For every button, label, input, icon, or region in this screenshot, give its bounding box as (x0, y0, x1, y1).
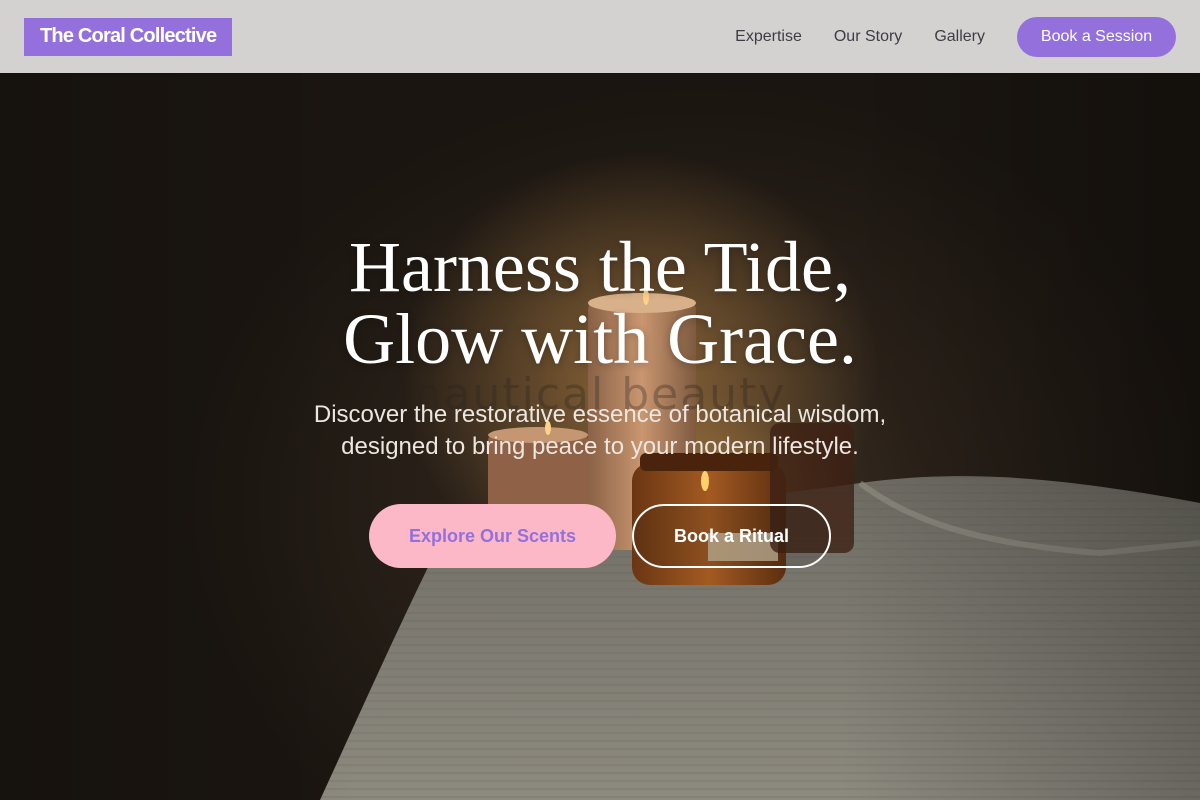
explore-scents-button[interactable]: Explore Our Scents (369, 504, 616, 568)
main-nav: Expertise Our Story Gallery Book a Sessi… (735, 16, 1176, 57)
subcopy-line-2: designed to bring peace to your modern l… (341, 433, 859, 460)
subcopy-line-1: Discover the restorative essence of bota… (313, 401, 887, 428)
site-header: The Coral Collective Expertise Our Story… (0, 0, 1200, 73)
hero-content: nautical beauty Harness the Tide, Glow w… (0, 73, 1200, 800)
hero-headline: Harness the Tide, Glow with Grace. (0, 231, 1200, 375)
headline-line-1: Harness the Tide, (349, 227, 851, 307)
hero-actions: Explore Our Scents Book a Ritual (369, 504, 831, 568)
brand-logo[interactable]: The Coral Collective (24, 17, 233, 56)
nav-link-our-story[interactable]: Our Story (834, 28, 902, 46)
headline-line-2: Glow with Grace. (343, 299, 857, 379)
nav-link-expertise[interactable]: Expertise (735, 28, 802, 46)
hero-subcopy: Discover the restorative essence of bota… (0, 399, 1200, 463)
book-session-button[interactable]: Book a Session (1017, 16, 1176, 57)
book-ritual-button[interactable]: Book a Ritual (632, 504, 831, 568)
hero-section: nautical beauty Harness the Tide, Glow w… (0, 73, 1200, 800)
nav-link-gallery[interactable]: Gallery (934, 28, 985, 46)
